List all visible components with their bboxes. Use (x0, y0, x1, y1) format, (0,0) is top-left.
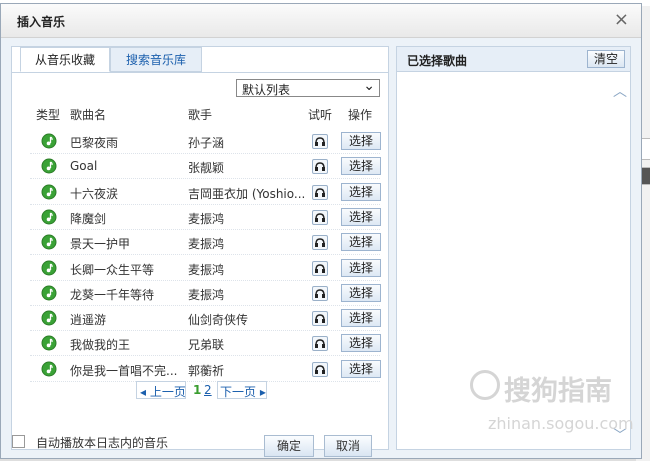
selected-songs-title: 已选择歌曲 (407, 54, 468, 68)
song-singer: 麦振鸿 (188, 237, 225, 252)
headphones-icon[interactable] (312, 209, 328, 225)
song-row: 龙葵一千年等待 麦振鸿 选择 (12, 281, 388, 306)
select-song-button[interactable]: 选择 (341, 309, 381, 328)
song-source-panel: 从音乐收藏 搜索音乐库 默认列表 ⌄ 类型 歌曲名 歌手 试听 操作 巴黎夜雨 孙… (11, 46, 389, 457)
song-title: 长卿一众生平等 (70, 262, 155, 277)
headphones-icon[interactable] (312, 361, 328, 377)
song-singer: 兄弟联 (188, 338, 225, 353)
song-row: 长卿一众生平等 麦振鸿 选择 (12, 256, 388, 281)
song-table-header: 类型 歌曲名 歌手 试听 操作 (12, 103, 388, 123)
select-song-button[interactable]: 选择 (341, 334, 381, 353)
music-note-icon (41, 158, 57, 174)
selected-songs-header: 已选择歌曲 清空 (397, 47, 630, 72)
song-row: 巴黎夜雨 孙子涵 选择 (12, 129, 388, 154)
column-singer: 歌手 (188, 108, 213, 122)
column-song: 歌曲名 (70, 108, 107, 122)
song-title: 你是我一首唱不完... (70, 363, 178, 378)
headphones-icon[interactable] (312, 336, 328, 352)
music-note-icon (41, 184, 57, 200)
tab-search-library[interactable]: 搜索音乐库 (110, 47, 202, 72)
song-row: 降魔剑 麦振鸿 选择 (12, 205, 388, 230)
pagination: ◂ 上一页 1 2 下一页 ▸ (12, 381, 388, 401)
watermark-brand: 搜狗指南 (504, 376, 612, 407)
song-singer: 仙剑奇侠传 (188, 313, 249, 328)
column-listen: 试听 (308, 108, 333, 122)
music-note-icon (41, 234, 57, 250)
current-page: 1 (193, 383, 202, 397)
playlist-select[interactable]: 默认列表 ⌄ (236, 78, 380, 97)
music-note-icon (41, 310, 57, 326)
headphones-icon[interactable] (312, 134, 328, 149)
song-singer: 麦振鸿 (188, 262, 225, 277)
song-row: 景天一护甲 麦振鸿 选择 (12, 230, 388, 256)
song-singer: 郭蘅祈 (188, 363, 225, 378)
song-row: 十六夜涙 吉岡亜衣加 (Yoshio... 选择 (12, 180, 388, 205)
headphones-icon[interactable] (312, 184, 328, 200)
auto-play-label: 自动播放本日志内的音乐 (36, 436, 169, 450)
page-2-link[interactable]: 2 (204, 383, 212, 397)
clear-button[interactable]: 清空 (587, 50, 625, 68)
song-singer: 孙子涵 (188, 136, 225, 150)
watermark-url: zhinan.sogou.com (488, 414, 634, 433)
song-row: 我做我的王 兄弟联 选择 (12, 331, 388, 357)
select-song-button[interactable]: 选择 (341, 132, 381, 150)
scroll-up-icon[interactable]: ︿ (613, 81, 627, 101)
song-title: Goal (70, 159, 98, 174)
song-row: Goal 张靓颖 选择 (12, 154, 388, 180)
close-icon[interactable]: × (614, 10, 629, 30)
column-action: 操作 (348, 108, 373, 122)
select-song-button[interactable]: 选择 (341, 157, 381, 176)
song-singer: 麦振鸿 (188, 211, 225, 226)
song-singer: 吉岡亜衣加 (Yoshio... (188, 186, 306, 201)
confirm-button[interactable]: 确定 (264, 435, 314, 457)
song-row: 逍遥游 仙剑奇侠传 选择 (12, 306, 388, 332)
select-song-button[interactable]: 选择 (341, 283, 381, 302)
prev-page-link[interactable]: ◂ 上一页 (140, 383, 186, 400)
select-song-button[interactable]: 选择 (341, 182, 381, 201)
watermark-logo-icon (470, 370, 500, 400)
song-title: 景天一护甲 (70, 237, 131, 252)
dialog-title: 插入音乐 (17, 15, 66, 29)
music-note-icon (41, 285, 57, 301)
source-tabs: 从音乐收藏 搜索音乐库 (12, 47, 388, 73)
song-title: 逍遥游 (70, 313, 107, 328)
song-title: 巴黎夜雨 (70, 136, 119, 150)
song-singer: 张靓颖 (188, 161, 225, 176)
song-title: 我做我的王 (70, 338, 131, 353)
next-page-link[interactable]: 下一页 ▸ (220, 383, 266, 400)
music-note-icon (41, 133, 57, 149)
watermark: 搜狗指南 zhinan.sogou.com (470, 370, 640, 433)
cancel-button[interactable]: 取消 (324, 435, 372, 457)
tab-music-favorites[interactable]: 从音乐收藏 (20, 47, 110, 72)
headphones-icon[interactable] (312, 260, 328, 276)
select-song-button[interactable]: 选择 (341, 233, 381, 252)
music-note-icon (41, 361, 57, 377)
playlist-select-value: 默认列表 (242, 83, 291, 97)
music-note-icon (41, 335, 57, 351)
auto-play-checkbox[interactable] (12, 435, 25, 448)
dialog-titlebar: 插入音乐 × (1, 4, 641, 38)
song-title: 龙葵一千年等待 (70, 287, 155, 302)
music-note-icon (41, 260, 57, 276)
prev-page-label: 上一页 (149, 385, 186, 399)
headphones-icon[interactable] (312, 311, 328, 327)
headphones-icon[interactable] (312, 235, 328, 251)
next-page-label: 下一页 (220, 385, 257, 399)
chevron-down-icon: ⌄ (363, 78, 375, 94)
headphones-icon[interactable] (312, 159, 328, 175)
song-title: 降魔剑 (70, 211, 107, 226)
select-song-button[interactable]: 选择 (341, 258, 381, 277)
song-row: 你是我一首唱不完... 郭蘅祈 选择 (12, 357, 388, 382)
song-singer: 麦振鸿 (188, 287, 225, 302)
column-type: 类型 (36, 108, 61, 122)
select-song-button[interactable]: 选择 (341, 207, 381, 226)
music-note-icon (41, 209, 57, 225)
select-song-button[interactable]: 选择 (341, 359, 381, 378)
headphones-icon[interactable] (312, 285, 328, 301)
song-title: 十六夜涙 (70, 186, 119, 201)
